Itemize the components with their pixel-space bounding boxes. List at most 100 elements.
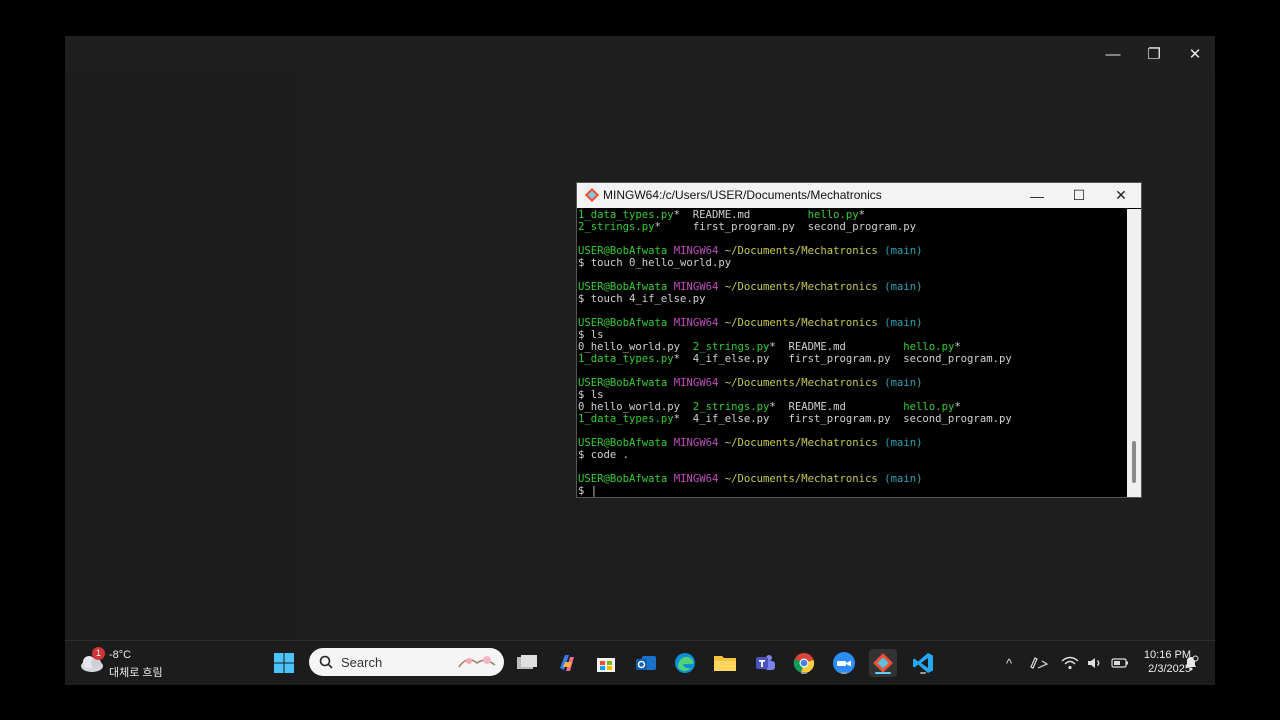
terminal-line: USER@BobAfwata MINGW64 ~/Documents/Mecha…: [578, 473, 1126, 485]
terminal-line: 1_data_types.py* 4_if_else.py first_prog…: [578, 353, 1126, 365]
terminal-text-segment: MINGW64: [673, 281, 719, 293]
terminal-line: 0_hello_world.py 2_strings.py* README.md…: [578, 341, 1126, 353]
teams-icon: [756, 655, 775, 670]
outer-minimize-button[interactable]: —: [1095, 42, 1131, 66]
terminal-text-segment: ~/Documents/Mechatronics: [724, 245, 878, 257]
zoom-button[interactable]: [830, 649, 858, 677]
chrome-icon: [793, 653, 815, 673]
terminal-line: USER@BobAfwata MINGW64 ~/Documents/Mecha…: [578, 245, 1126, 257]
volume-icon[interactable]: [1087, 656, 1103, 670]
terminal-text-segment: MINGW64: [673, 473, 719, 485]
clock-date: 2/3/2025: [1148, 663, 1191, 675]
terminal-output[interactable]: 1_data_types.py* README.md hello.py* 2_st…: [578, 209, 1126, 497]
terminal-text-segment: MINGW64: [673, 377, 719, 389]
terminal-line: USER@BobAfwata MINGW64 ~/Documents/Mecha…: [578, 317, 1126, 329]
microsoft-store-icon: [597, 658, 615, 672]
windows-start-icon: [274, 653, 294, 673]
terminal-line: USER@BobAfwata MINGW64 ~/Documents/Mecha…: [578, 377, 1126, 389]
folder-icon: [714, 656, 736, 671]
terminal-line: 0_hello_world.py 2_strings.py* README.md…: [578, 401, 1126, 413]
terminal-text-segment: ~/Documents/Mechatronics: [724, 473, 878, 485]
git-bash-window[interactable]: MINGW64:/c/Users/USER/Documents/Mechatro…: [576, 182, 1142, 498]
file-explorer-button[interactable]: [711, 649, 739, 677]
zoom-running-indicator: [841, 672, 847, 674]
search-placeholder: Search: [341, 655, 383, 670]
terminal-line: 2_strings.py* first_program.py second_pr…: [578, 221, 1126, 233]
terminal-text-segment: * README.md: [769, 341, 904, 353]
terminal-text-segment: * README.md: [673, 209, 808, 221]
microsoft-store-button[interactable]: [592, 649, 620, 677]
outer-close-button[interactable]: ✕: [1177, 42, 1213, 66]
terminal-text-segment: (main): [884, 281, 923, 293]
notification-bell-icon[interactable]: [1183, 655, 1199, 671]
terminal-text-segment: USER@BobAfwata: [578, 245, 668, 257]
terminal-scrollbar-thumb[interactable]: [1132, 441, 1136, 483]
edge-icon: [675, 653, 695, 673]
terminal-text-segment: $ code .: [578, 449, 630, 461]
outlook-icon: [636, 656, 656, 670]
terminal-text-segment: *: [954, 401, 961, 413]
taskbar-search-box[interactable]: Search: [309, 648, 504, 676]
start-button[interactable]: [270, 649, 298, 677]
terminal-maximize-button[interactable]: ☐: [1059, 184, 1099, 207]
terminal-line: $ touch 0_hello_world.py: [578, 257, 1126, 269]
terminal-text-segment: * 4_if_else.py first_program.py second_p…: [673, 353, 1012, 365]
terminal-text-segment: (main): [884, 245, 923, 257]
terminal-text-segment: hello.py: [903, 401, 955, 413]
outer-restore-button[interactable]: ❐: [1136, 42, 1172, 66]
vscode-icon: [913, 653, 933, 673]
outlook-button[interactable]: [632, 649, 660, 677]
terminal-text-segment: USER@BobAfwata: [578, 437, 668, 449]
terminal-text-segment: USER@BobAfwata: [578, 317, 668, 329]
terminal-line: $ touch 4_if_else.py: [578, 293, 1126, 305]
clock-time: 10:16 PM: [1143, 649, 1191, 661]
wifi-icon[interactable]: [1061, 656, 1079, 670]
terminal-text-segment: ~/Documents/Mechatronics: [724, 437, 878, 449]
terminal-text-segment: ~/Documents/Mechatronics: [724, 281, 878, 293]
chrome-running-indicator: [801, 672, 807, 674]
git-bash-taskbar-button[interactable]: [869, 649, 897, 677]
taskbar-clock[interactable]: 10:16 PM 2/3/2025: [1131, 649, 1191, 677]
chrome-button[interactable]: [790, 649, 818, 677]
terminal-text-segment: * README.md: [769, 401, 904, 413]
terminal-scrollbar[interactable]: [1127, 209, 1141, 497]
terminal-text-segment: USER@BobAfwata: [578, 377, 668, 389]
task-view-button[interactable]: [513, 649, 541, 677]
terminal-text-segment: $ touch 0_hello_world.py: [578, 257, 732, 269]
edge-button[interactable]: [671, 649, 699, 677]
terminal-text-segment: 2_strings.py: [692, 341, 770, 353]
terminal-line: $ |: [578, 485, 1126, 497]
vscode-button[interactable]: [909, 649, 937, 677]
outer-titlebar: — ❐ ✕: [65, 36, 1215, 72]
show-hidden-icons-chevron-icon[interactable]: ^: [1001, 656, 1017, 671]
system-tray: ^: [1001, 641, 1129, 685]
terminal-text-segment: * 4_if_else.py first_program.py second_p…: [673, 413, 1012, 425]
taskbar: 1 -8°C 대체로 흐림 Search ^ 10:16 PM 2/3/2025: [65, 640, 1215, 685]
copilot-button[interactable]: [553, 649, 581, 677]
terminal-titlebar[interactable]: MINGW64:/c/Users/USER/Documents/Mechatro…: [577, 183, 1141, 208]
terminal-close-button[interactable]: ✕: [1101, 184, 1141, 207]
weather-description: 대체로 흐림: [109, 667, 163, 679]
terminal-text-segment: MINGW64: [673, 245, 719, 257]
teams-button[interactable]: [751, 649, 779, 677]
pen-input-icon[interactable]: [1029, 655, 1049, 671]
weather-notification-badge: 1: [92, 647, 105, 660]
terminal-line: $ code .: [578, 449, 1126, 461]
git-bash-logo-icon: [585, 188, 599, 202]
battery-icon[interactable]: [1111, 657, 1129, 669]
git-bash-icon: [873, 653, 893, 673]
terminal-text-segment: MINGW64: [673, 317, 719, 329]
terminal-text-segment: 0_hello_world.py: [578, 341, 693, 353]
terminal-text-segment: hello.py: [807, 209, 859, 221]
terminal-text-segment: * first_program.py second_program.py: [654, 221, 917, 233]
terminal-minimize-button[interactable]: —: [1017, 184, 1057, 207]
task-view-icon: [517, 655, 537, 669]
terminal-text-segment: MINGW64: [673, 437, 719, 449]
search-highlight-icon: [458, 656, 496, 668]
terminal-text-segment: (main): [884, 437, 923, 449]
weather-widget[interactable]: 1 -8°C 대체로 흐림: [79, 647, 189, 681]
